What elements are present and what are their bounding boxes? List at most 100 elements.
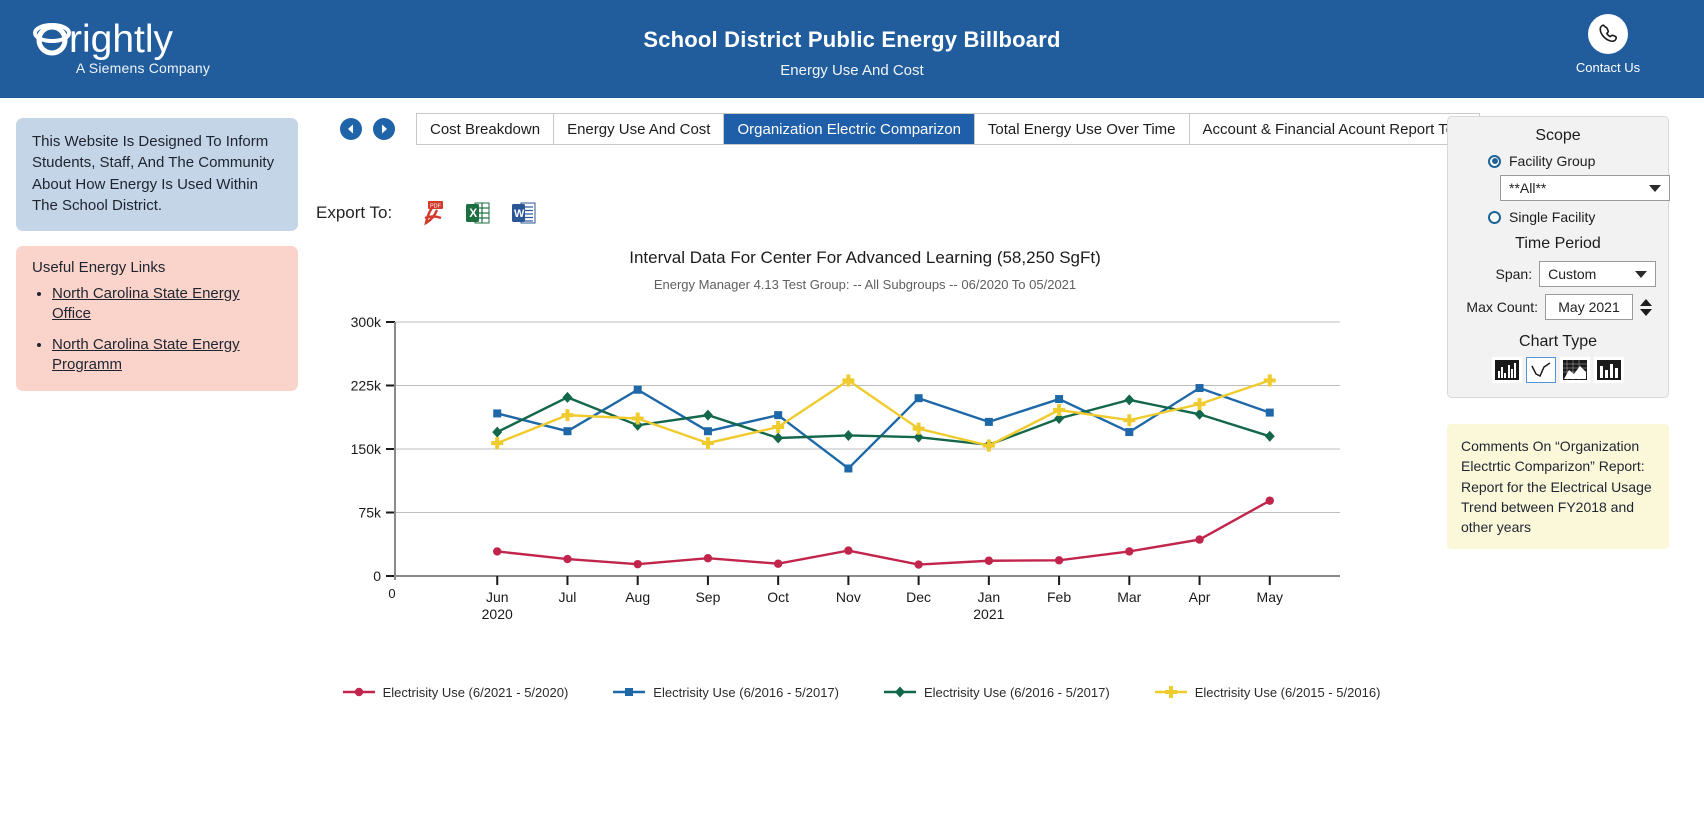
chart-subtitle: Energy Manager 4.13 Test Group: -- All S… xyxy=(653,277,1077,292)
legend-marker-icon xyxy=(342,687,375,697)
legend-item[interactable]: Electrisity Use (6/2021 - 5/2020) xyxy=(342,684,569,700)
time-period-heading: Time Period xyxy=(1515,235,1601,252)
svg-text:Aug: Aug xyxy=(625,589,650,605)
chart-series xyxy=(493,384,1274,473)
single-facility-label: Single Facility xyxy=(1509,209,1596,225)
export-label: Export To: xyxy=(316,203,393,222)
facility-group-label: Facility Group xyxy=(1509,153,1596,169)
link-nc-state-energy-programm[interactable]: North Carolina State Energy Programm xyxy=(52,336,240,373)
legend-item[interactable]: Electrisity Use (6/2015 - 5/2016) xyxy=(1154,684,1381,700)
nav-back-button[interactable] xyxy=(340,118,362,140)
legend-label: Electrisity Use (6/2016 - 5/2017) xyxy=(924,684,1110,700)
svg-text:X: X xyxy=(469,206,477,220)
tab-cost-breakdown[interactable]: Cost Breakdown xyxy=(417,114,555,144)
svg-text:2020: 2020 xyxy=(482,606,513,622)
svg-text:Jan: Jan xyxy=(978,589,1001,605)
facility-group-select[interactable]: **All** xyxy=(1500,175,1670,201)
arrow-left-circle-icon xyxy=(348,124,353,134)
chart-type-row xyxy=(1460,357,1656,383)
phone-icon xyxy=(1588,14,1628,54)
svg-text:Jul: Jul xyxy=(559,589,577,605)
legend-label: Electrisity Use (6/2016 - 5/2017) xyxy=(653,684,839,700)
main-content: Cost Breakdown Energy Use And Cost Organ… xyxy=(316,112,1480,700)
word-export-icon[interactable]: W xyxy=(512,201,536,225)
radio-selected-icon xyxy=(1488,154,1501,168)
chart-type-column-button[interactable] xyxy=(1594,357,1624,383)
chevron-down-icon xyxy=(1635,271,1647,278)
line-chart: 0 75k 150k 225k 300k 0 Jun 2020 Jul Aug Sep Oct Nov D… xyxy=(340,314,1410,634)
legend-label: Electrisity Use (6/2021 - 5/2020) xyxy=(382,684,569,700)
nav-forward-button[interactable] xyxy=(373,118,395,140)
svg-text:Oct: Oct xyxy=(767,589,789,605)
svg-text:Dec: Dec xyxy=(906,589,931,605)
app-header: rightly A Siemens Company School Distric… xyxy=(0,0,1704,98)
export-row: Export To: PDF X W xyxy=(316,198,1410,228)
legend-label: Electrisity Use (6/2015 - 5/2016) xyxy=(1194,684,1381,700)
line-chart-icon xyxy=(1529,360,1553,380)
tab-bar: Cost Breakdown Energy Use And Cost Organ… xyxy=(416,113,1480,145)
max-count-row: Max Count: May 2021 xyxy=(1460,294,1656,320)
chart-type-line-button[interactable] xyxy=(1526,357,1556,383)
svg-text:2021: 2021 xyxy=(973,606,1004,622)
svg-text:Jun: Jun xyxy=(486,589,509,605)
svg-text:Nov: Nov xyxy=(836,589,861,605)
tab-energy-use-and-cost[interactable]: Energy Use And Cost xyxy=(554,114,725,144)
header-titles: School District Public Energy Billboard … xyxy=(0,27,1704,79)
scope-panel: Scope Facility Group **All** Single Faci… xyxy=(1447,116,1670,398)
legend-marker-icon xyxy=(884,686,916,698)
chart-series xyxy=(492,391,1275,451)
chart-block: Interval Data For Center For Advanced Le… xyxy=(340,248,1410,700)
radio-unselected-icon xyxy=(1488,210,1501,224)
useful-links-title: Useful Energy Links xyxy=(32,259,166,277)
list-item: North Carolina State Energy Programm xyxy=(52,335,282,376)
max-count-input[interactable]: May 2021 xyxy=(1545,294,1633,320)
span-row: Span: Custom xyxy=(1460,261,1656,287)
svg-text:300k: 300k xyxy=(351,314,382,330)
tab-bar-row: Cost Breakdown Energy Use And Cost Organ… xyxy=(340,112,1480,146)
pdf-export-icon[interactable]: PDF xyxy=(422,200,444,226)
scope-heading: Scope xyxy=(1535,127,1581,144)
arrow-right-circle-icon xyxy=(382,124,387,134)
useful-links-card: Useful Energy Links North Carolina State… xyxy=(16,246,298,392)
legend-item[interactable]: Electrisity Use (6/2016 - 5/2017) xyxy=(612,684,839,700)
svg-text:Sep: Sep xyxy=(695,589,720,605)
chart-type-heading: Chart Type xyxy=(1519,333,1597,350)
span-select[interactable]: Custom xyxy=(1539,261,1656,287)
tab-total-energy-use-over-time[interactable]: Total Energy Use Over Time xyxy=(975,114,1190,144)
chart-type-bar-button[interactable] xyxy=(1492,357,1522,383)
span-label: Span: xyxy=(1495,266,1533,282)
page-title: School District Public Energy Billboard xyxy=(643,27,1061,52)
svg-text:0: 0 xyxy=(388,586,395,601)
chart-title: Interval Data For Center For Advanced Le… xyxy=(629,248,1101,267)
chart-type-area-button[interactable] xyxy=(1560,357,1590,383)
bar-chart-icon xyxy=(1495,360,1519,380)
excel-export-icon[interactable]: X xyxy=(466,201,490,225)
span-value: Custom xyxy=(1548,266,1597,282)
svg-text:May: May xyxy=(1257,589,1283,605)
comments-box: Comments On “Organization Electrtic Comp… xyxy=(1447,424,1669,550)
svg-text:75k: 75k xyxy=(358,505,382,521)
radio-single-facility[interactable]: Single Facility xyxy=(1460,209,1656,225)
legend-item[interactable]: Electrisity Use (6/2016 - 5/2017) xyxy=(883,684,1110,700)
svg-text:0: 0 xyxy=(373,568,381,584)
stepper-up-icon[interactable] xyxy=(1640,298,1652,306)
max-count-label: Max Count: xyxy=(1466,299,1538,315)
legend-marker-icon xyxy=(1154,686,1187,698)
list-item: North Carolina State Energy Office xyxy=(52,284,282,325)
tab-account-financial-acount-report-test[interactable]: Account & Financial Acount Report Test xyxy=(1190,114,1479,144)
chart-canvas: 0 75k 150k 225k 300k 0 Jun2020 Jul Aug Sep Oct Nov D… xyxy=(351,314,1340,622)
contact-us-label: Contact Us xyxy=(1575,60,1641,75)
contact-us-button[interactable]: Contact Us xyxy=(1548,14,1668,75)
radio-facility-group[interactable]: Facility Group xyxy=(1460,153,1656,169)
legend-marker-icon xyxy=(613,688,646,696)
stepper-down-icon[interactable] xyxy=(1640,308,1652,316)
tab-organization-electric-comparizon[interactable]: Organization Electric Comparizon xyxy=(724,114,975,144)
svg-text:Mar: Mar xyxy=(1117,589,1141,605)
svg-text:Feb: Feb xyxy=(1047,589,1071,605)
info-card: This Website Is Designed To Inform Stude… xyxy=(16,118,298,232)
column-chart-icon xyxy=(1597,360,1621,380)
svg-text:Apr: Apr xyxy=(1189,589,1211,605)
max-count-stepper[interactable] xyxy=(1640,298,1652,316)
facility-group-value: **All** xyxy=(1509,180,1547,196)
link-nc-state-energy-office[interactable]: North Carolina State Energy Office xyxy=(52,285,240,322)
